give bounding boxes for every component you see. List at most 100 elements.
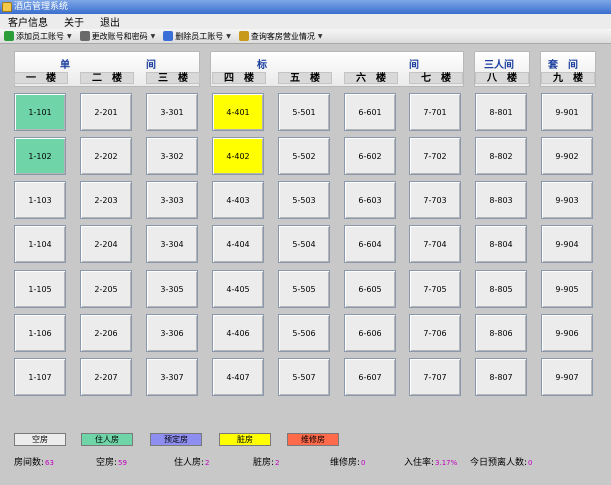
room-button-3-305[interactable]: 3-305 xyxy=(146,270,198,308)
title-bar: 酒店管理系统 xyxy=(0,0,611,14)
room-button-5-501[interactable]: 5-501 xyxy=(278,93,330,131)
room-button-7-705[interactable]: 7-705 xyxy=(409,270,461,308)
room-button-6-607[interactable]: 6-607 xyxy=(344,358,396,396)
floor-label-3: 三 楼 xyxy=(146,72,200,84)
toolbar-button-3[interactable]: 查询客房营业情况 ▼ xyxy=(238,31,323,42)
group-title-single-1: 单 xyxy=(60,60,70,71)
room-button-8-804[interactable]: 8-804 xyxy=(475,225,527,263)
toolbar-button-1[interactable]: 更改账号和密码 ▼ xyxy=(79,31,156,42)
room-button-9-902[interactable]: 9-902 xyxy=(541,137,593,175)
room-button-9-903[interactable]: 9-903 xyxy=(541,181,593,219)
room-button-3-301[interactable]: 3-301 xyxy=(146,93,198,131)
room-button-4-406[interactable]: 4-406 xyxy=(212,314,264,352)
toolbar-button-label: 查询客房营业情况 xyxy=(250,31,315,41)
stat-value: 2 xyxy=(205,459,210,467)
room-button-1-101[interactable]: 1-101 xyxy=(14,93,66,131)
room-button-3-302[interactable]: 3-302 xyxy=(146,137,198,175)
toolbar-button-label: 添加员工账号 xyxy=(16,31,64,41)
room-button-9-906[interactable]: 9-906 xyxy=(541,314,593,352)
menu-about[interactable]: 关于 xyxy=(64,14,84,29)
room-button-7-702[interactable]: 7-702 xyxy=(409,137,461,175)
room-button-1-107[interactable]: 1-107 xyxy=(14,358,66,396)
floor-label-5: 五 楼 xyxy=(278,72,332,84)
room-button-5-507[interactable]: 5-507 xyxy=(278,358,330,396)
group-title-standard-2: 间 xyxy=(409,60,419,71)
floor-label-2: 二 楼 xyxy=(80,72,134,84)
room-button-9-901[interactable]: 9-901 xyxy=(541,93,593,131)
room-button-6-603[interactable]: 6-603 xyxy=(344,181,396,219)
stat-6: 今日预离人数:0 xyxy=(470,455,533,468)
room-button-6-602[interactable]: 6-602 xyxy=(344,137,396,175)
room-button-4-404[interactable]: 4-404 xyxy=(212,225,264,263)
room-button-8-805[interactable]: 8-805 xyxy=(475,270,527,308)
room-button-6-606[interactable]: 6-606 xyxy=(344,314,396,352)
room-button-1-104[interactable]: 1-104 xyxy=(14,225,66,263)
room-button-4-407[interactable]: 4-407 xyxy=(212,358,264,396)
room-button-7-703[interactable]: 7-703 xyxy=(409,181,461,219)
legend-empty: 空房 xyxy=(14,433,66,446)
stat-1: 空房:59 xyxy=(96,455,127,468)
room-button-2-207[interactable]: 2-207 xyxy=(80,358,132,396)
room-button-4-405[interactable]: 4-405 xyxy=(212,270,264,308)
room-button-2-204[interactable]: 2-204 xyxy=(80,225,132,263)
stat-label: 入住率: xyxy=(404,458,435,468)
room-button-5-506[interactable]: 5-506 xyxy=(278,314,330,352)
room-button-3-303[interactable]: 3-303 xyxy=(146,181,198,219)
room-button-1-102[interactable]: 1-102 xyxy=(14,137,66,175)
toolbar-button-0[interactable]: 添加员工账号 ▼ xyxy=(4,31,72,42)
group-title-triple: 三人间 xyxy=(484,60,514,71)
room-button-4-403[interactable]: 4-403 xyxy=(212,181,264,219)
toolbar-button-2[interactable]: 删除员工账号 ▼ xyxy=(163,31,231,42)
room-button-2-203[interactable]: 2-203 xyxy=(80,181,132,219)
room-button-1-105[interactable]: 1-105 xyxy=(14,270,66,308)
room-button-1-103[interactable]: 1-103 xyxy=(14,181,66,219)
room-button-9-907[interactable]: 9-907 xyxy=(541,358,593,396)
room-button-7-706[interactable]: 7-706 xyxy=(409,314,461,352)
legend-repair: 维修房 xyxy=(287,433,339,446)
stat-3: 脏房:2 xyxy=(253,455,280,468)
legend-dirty: 脏房 xyxy=(219,433,271,446)
room-button-1-106[interactable]: 1-106 xyxy=(14,314,66,352)
room-button-8-801[interactable]: 8-801 xyxy=(475,93,527,131)
room-button-8-807[interactable]: 8-807 xyxy=(475,358,527,396)
menu-exit[interactable]: 退出 xyxy=(100,14,120,29)
room-button-9-904[interactable]: 9-904 xyxy=(541,225,593,263)
room-button-2-202[interactable]: 2-202 xyxy=(80,137,132,175)
room-button-3-306[interactable]: 3-306 xyxy=(146,314,198,352)
room-button-7-707[interactable]: 7-707 xyxy=(409,358,461,396)
room-button-8-806[interactable]: 8-806 xyxy=(475,314,527,352)
floor-label-4: 四 楼 xyxy=(212,72,266,84)
delete-user-icon xyxy=(163,31,174,41)
room-button-5-504[interactable]: 5-504 xyxy=(278,225,330,263)
room-button-7-701[interactable]: 7-701 xyxy=(409,93,461,131)
room-button-6-605[interactable]: 6-605 xyxy=(344,270,396,308)
dropdown-caret-icon[interactable]: ▼ xyxy=(151,33,156,40)
floor-label-6: 六 楼 xyxy=(344,72,398,84)
room-button-5-505[interactable]: 5-505 xyxy=(278,270,330,308)
dropdown-caret-icon[interactable]: ▼ xyxy=(67,33,72,40)
room-button-7-704[interactable]: 7-704 xyxy=(409,225,461,263)
room-button-5-503[interactable]: 5-503 xyxy=(278,181,330,219)
room-button-2-201[interactable]: 2-201 xyxy=(80,93,132,131)
room-button-8-803[interactable]: 8-803 xyxy=(475,181,527,219)
room-button-2-205[interactable]: 2-205 xyxy=(80,270,132,308)
floor-label-7: 七 楼 xyxy=(409,72,463,84)
room-button-6-601[interactable]: 6-601 xyxy=(344,93,396,131)
room-button-3-304[interactable]: 3-304 xyxy=(146,225,198,263)
menu-bar: 客户信息 关于 退出 xyxy=(0,14,611,29)
room-button-6-604[interactable]: 6-604 xyxy=(344,225,396,263)
room-button-2-206[interactable]: 2-206 xyxy=(80,314,132,352)
room-button-3-307[interactable]: 3-307 xyxy=(146,358,198,396)
room-button-5-502[interactable]: 5-502 xyxy=(278,137,330,175)
legend-occupied: 住人房 xyxy=(81,433,133,446)
menu-customer-info[interactable]: 客户信息 xyxy=(8,14,48,29)
room-button-4-402[interactable]: 4-402 xyxy=(212,137,264,175)
room-button-8-802[interactable]: 8-802 xyxy=(475,137,527,175)
stat-label: 脏房: xyxy=(253,458,275,468)
stat-value: 63 xyxy=(45,459,54,467)
room-button-4-401[interactable]: 4-401 xyxy=(212,93,264,131)
dropdown-caret-icon[interactable]: ▼ xyxy=(226,33,231,40)
room-button-9-905[interactable]: 9-905 xyxy=(541,270,593,308)
dropdown-caret-icon[interactable]: ▼ xyxy=(318,33,323,40)
add-user-icon xyxy=(4,31,14,41)
